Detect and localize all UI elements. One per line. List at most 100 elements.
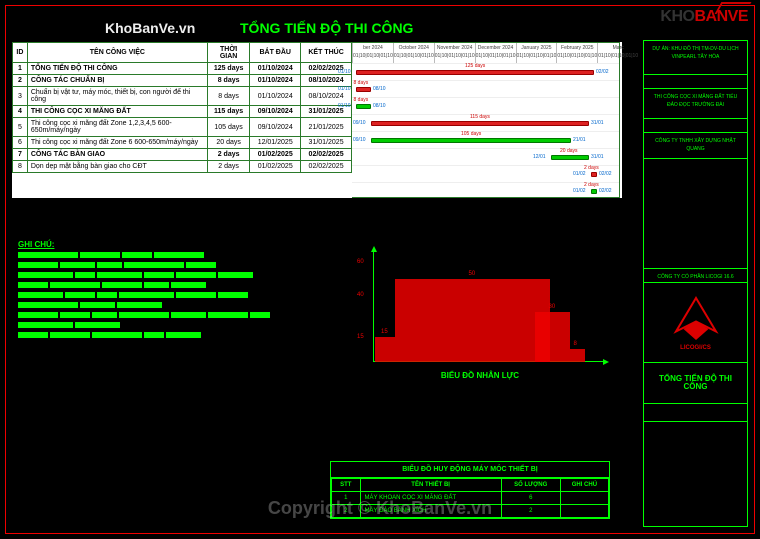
equip-col-idx: STT — [332, 479, 361, 492]
manpower-y-tick: 15 — [357, 334, 364, 340]
gantt-bar — [591, 172, 597, 177]
cell-id: 3 — [13, 87, 28, 106]
gantt-row: 125 days01/1002/02 — [352, 63, 619, 80]
timeline-month: ber 202401|10|01|10|01|10 — [352, 43, 393, 63]
title-block: DỰ ÁN: KHU ĐÔ THỊ TM-DV-DU LỊCH VINPEARL… — [643, 40, 748, 527]
cell-qty: 6 — [501, 492, 560, 505]
gantt-bar — [371, 121, 589, 126]
tb-foot2 — [644, 422, 747, 440]
cell-id: 7 — [13, 149, 28, 161]
table-row: 2CÔNG TÁC CHUẨN BỊ8 days01/10/202408/10/… — [13, 75, 352, 87]
timeline-month: October 202401|10|01|10|01|10 — [393, 43, 434, 63]
cell-name: Thi công cọc xi măng đất Zone 6 600-650m… — [27, 137, 207, 149]
equipment-caption: BIỂU ĐỒ HUY ĐỘNG MÁY MÓC THIẾT BỊ — [331, 462, 609, 478]
equip-col-qty: SỐ LƯỢNG — [501, 479, 560, 492]
cell-name: CÔNG TÁC CHUẨN BỊ — [27, 75, 207, 87]
col-end: KẾT THÚC — [301, 43, 352, 63]
manpower-y-tick: 40 — [357, 292, 364, 298]
manpower-bar — [570, 349, 585, 362]
gantt-row: 2 days01/0202/02 — [352, 165, 619, 182]
cell-end: 08/10/2024 — [301, 75, 352, 87]
note-line — [18, 332, 318, 342]
note-line — [18, 272, 318, 282]
gantt-bar-label: 105 days — [461, 131, 481, 137]
cell-start: 01/10/2024 — [250, 75, 301, 87]
cell-end: 02/02/2025 — [301, 149, 352, 161]
col-name: TÊN CÔNG VIỆC — [27, 43, 207, 63]
gantt-bar — [591, 189, 597, 194]
gantt-bar-start-date: 01/10 — [338, 86, 351, 92]
gantt-bar-end-date: 08/10 — [373, 103, 386, 109]
col-duration: THỜI GIAN — [207, 43, 249, 63]
cell-name: TỔNG TIẾN ĐỘ THI CÔNG — [27, 63, 207, 75]
cell-start: 09/10/2024 — [250, 106, 301, 118]
tb-project: DỰ ÁN: KHU ĐÔ THỊ TM-DV-DU LỊCH VINPEARL… — [644, 41, 747, 75]
timeline-month: Marc01|10|01|10|01|10 — [597, 43, 638, 63]
cell-name: CÔNG TÁC BÀN GIAO — [27, 149, 207, 161]
gantt-bar-start-date: 01/10 — [338, 69, 351, 75]
timeline-month: December 202401|10|01|10|01|10 — [475, 43, 516, 63]
gantt-bar-label: 20 days — [560, 148, 578, 154]
manpower-value-label: 50 — [469, 271, 476, 277]
cell-dur: 20 days — [207, 137, 249, 149]
gantt-bar-label: 115 days — [470, 114, 490, 120]
tb-work: THI CÔNG CỌC XI MĂNG ĐẤT TIỂU ĐẢO ĐỌC TR… — [644, 89, 747, 119]
gantt-bar-end-date: 31/01 — [591, 120, 604, 126]
note-line — [18, 292, 318, 302]
cell-dur: 115 days — [207, 106, 249, 118]
cell-note — [560, 505, 608, 518]
manpower-value-label: 15 — [381, 329, 388, 335]
cell-name: Dọn dẹp mặt bằng bàn giao cho CĐT — [27, 161, 207, 173]
tb-foot1 — [644, 404, 747, 422]
note-line — [18, 282, 318, 292]
tb-drawing-title: TỔNG TIẾN ĐỘ THI CÔNG — [644, 363, 747, 404]
cell-dur: 8 days — [207, 87, 249, 106]
gantt-bar — [371, 138, 571, 143]
note-line — [18, 252, 318, 262]
gantt-bar-start-date: 09/10 — [353, 120, 366, 126]
gantt-bar-end-date: 31/01 — [591, 154, 604, 160]
cell-end: 31/01/2025 — [301, 137, 352, 149]
gantt-bar-label: 2 days — [584, 165, 599, 171]
gantt-row: 2 days01/0202/02 — [352, 182, 619, 199]
cell-id: 6 — [13, 137, 28, 149]
table-row: 1MÁY KHOAN CỌC XI MĂNG ĐẤT6 — [332, 492, 609, 505]
cell-note — [560, 492, 608, 505]
gantt-bar-end-date: 21/01 — [573, 137, 586, 143]
equip-col-note: GHI CHÚ — [560, 479, 608, 492]
notes-heading: GHI CHÚ: — [18, 240, 318, 249]
cell-end: 02/02/2025 — [301, 161, 352, 173]
timeline-month: November 202401|10|01|10|01|10 — [434, 43, 475, 63]
note-line — [18, 302, 318, 312]
table-row: 2MÁY ĐÀO BÁNH XÍCH2 — [332, 505, 609, 518]
gantt-bar-end-date: 02/02 — [596, 69, 609, 75]
manpower-value-label: 8 — [574, 341, 577, 347]
logo-caption: LICOGI/CS — [680, 344, 711, 352]
watermark-logo: KHOBANVE — [660, 8, 748, 26]
gantt-bar-end-date: 08/10 — [373, 86, 386, 92]
gantt-row: 115 days 09/10 31/01 — [352, 114, 619, 131]
tb-blank2 — [644, 119, 747, 133]
col-id: ID — [13, 43, 28, 63]
cell-dur: 2 days — [207, 149, 249, 161]
cell-dur: 125 days — [207, 63, 249, 75]
cell-id: 2 — [13, 75, 28, 87]
timeline-month: January 202501|10|01|10|01|10 — [516, 43, 557, 63]
manpower-bar — [535, 312, 570, 362]
table-row: 7CÔNG TÁC BÀN GIAO2 days01/02/202502/02/… — [13, 149, 352, 161]
gantt-bar-end-date: 02/02 — [599, 188, 612, 194]
timeline-month: February 202501|10|01|10|01|10 — [556, 43, 597, 63]
gantt-panel: ID TÊN CÔNG VIỆC THỜI GIAN BẮT ĐẦU KẾT T… — [12, 42, 622, 198]
chart-y-axis — [373, 250, 374, 362]
gantt-bar-end-date: 02/02 — [599, 171, 612, 177]
cell-name: Thi công cọc xi măng đất Zone 1,2,3,4,5 … — [27, 118, 207, 137]
page-title: TỔNG TIẾN ĐỘ THI CÔNG — [240, 20, 413, 36]
cell-name: Chuẩn bị vật tư, máy móc, thiết bị, con … — [27, 87, 207, 106]
gantt-bar-start-date: 01/02 — [573, 188, 586, 194]
manpower-y-tick: 60 — [357, 259, 364, 265]
cell-id: 5 — [13, 118, 28, 137]
cell-start: 09/10/2024 — [250, 118, 301, 137]
gantt-bar-label: 125 days — [465, 63, 485, 69]
gantt-bar-start-date: 12/01 — [533, 154, 546, 160]
cell-name: MÁY ĐÀO BÁNH XÍCH — [360, 505, 501, 518]
